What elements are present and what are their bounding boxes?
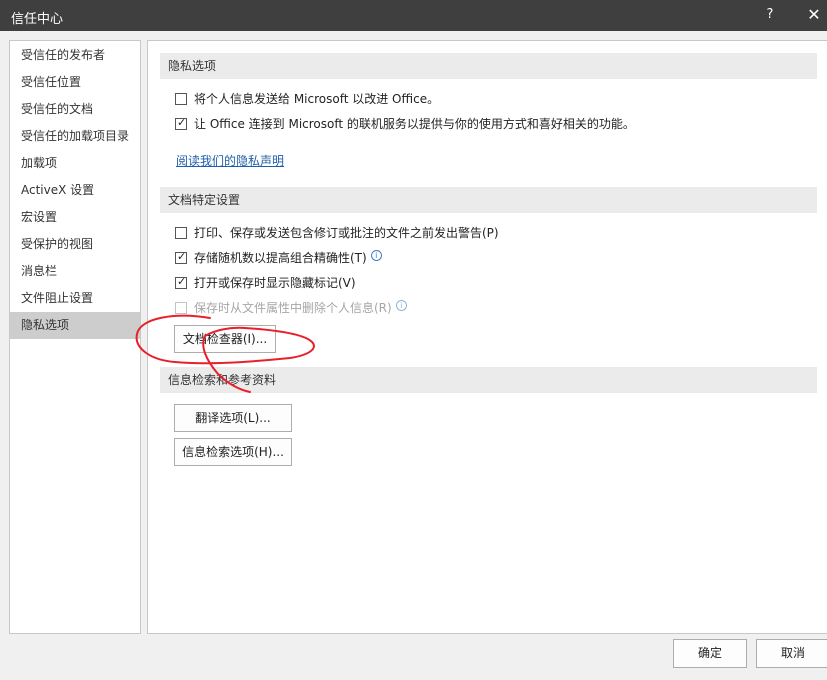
title-bar: 信任中心 ? ✕	[0, 0, 827, 31]
checkbox[interactable]	[175, 93, 187, 105]
sidebar-item-addins[interactable]: 加载项	[10, 150, 140, 177]
checkbox	[175, 302, 187, 314]
checkbox-label: 打印、保存或发送包含修订或批注的文件之前发出警告(P)	[194, 226, 499, 240]
check-icon: ✓	[177, 275, 187, 288]
main-panel: 隐私选项 将个人信息发送给 Microsoft 以改进 Office。 ✓ 让 …	[147, 40, 827, 634]
checkbox[interactable]: ✓	[175, 275, 187, 289]
research-options-button[interactable]: 信息检索选项(H)...	[174, 438, 292, 466]
translation-options-button[interactable]: 翻译选项(L)...	[174, 404, 292, 432]
window-title: 信任中心	[11, 12, 64, 27]
help-icon[interactable]: ?	[760, 5, 780, 25]
checkbox-label: 打开或保存时显示隐藏标记(V)	[194, 276, 356, 290]
sidebar-item-message-bar[interactable]: 消息栏	[10, 258, 140, 285]
sidebar-item-file-block[interactable]: 文件阻止设置	[10, 285, 140, 312]
privacy-section-header: 隐私选项	[160, 53, 817, 79]
sidebar-item-trusted-addin-catalogs[interactable]: 受信任的加载项目录	[10, 123, 140, 150]
info-icon[interactable]: i	[370, 250, 382, 261]
doc-settings-section-header: 文档特定设置	[160, 187, 817, 213]
sidebar-nav: 受信任的发布者 受信任位置 受信任的文档 受信任的加载项目录 加载项 Activ…	[9, 40, 141, 634]
sidebar-item-trusted-documents[interactable]: 受信任的文档	[10, 96, 140, 123]
close-icon[interactable]: ✕	[804, 5, 824, 25]
sidebar-item-trusted-publishers[interactable]: 受信任的发布者	[10, 42, 140, 69]
research-section-header: 信息检索和参考资料	[160, 367, 817, 393]
checkbox[interactable]: ✓	[175, 116, 187, 130]
cancel-button[interactable]: 取消	[756, 639, 827, 668]
sidebar-item-activex[interactable]: ActiveX 设置	[10, 177, 140, 204]
checkbox-label: 保存时从文件属性中删除个人信息(R)	[194, 301, 392, 315]
sidebar-item-protected-view[interactable]: 受保护的视图	[10, 231, 140, 258]
checkbox[interactable]: ✓	[175, 250, 187, 264]
ok-button[interactable]: 确定	[673, 639, 747, 668]
checkbox-label: 将个人信息发送给 Microsoft 以改进 Office。	[194, 92, 440, 106]
sidebar-item-privacy-options[interactable]: 隐私选项	[10, 312, 140, 339]
sidebar-item-macro-settings[interactable]: 宏设置	[10, 204, 140, 231]
check-icon: ✓	[177, 116, 187, 129]
privacy-statement-link[interactable]: 阅读我们的隐私声明	[176, 152, 284, 169]
checkbox-label: 让 Office 连接到 Microsoft 的联机服务以提供与你的使用方式和喜…	[194, 117, 635, 131]
checkbox[interactable]	[175, 227, 187, 239]
document-inspector-button[interactable]: 文档检查器(I)...	[174, 325, 276, 353]
checkbox-label: 存储随机数以提高组合精确性(T)	[194, 251, 367, 265]
check-icon: ✓	[177, 250, 187, 263]
sidebar-item-trusted-locations[interactable]: 受信任位置	[10, 69, 140, 96]
info-icon[interactable]: i	[395, 300, 407, 311]
